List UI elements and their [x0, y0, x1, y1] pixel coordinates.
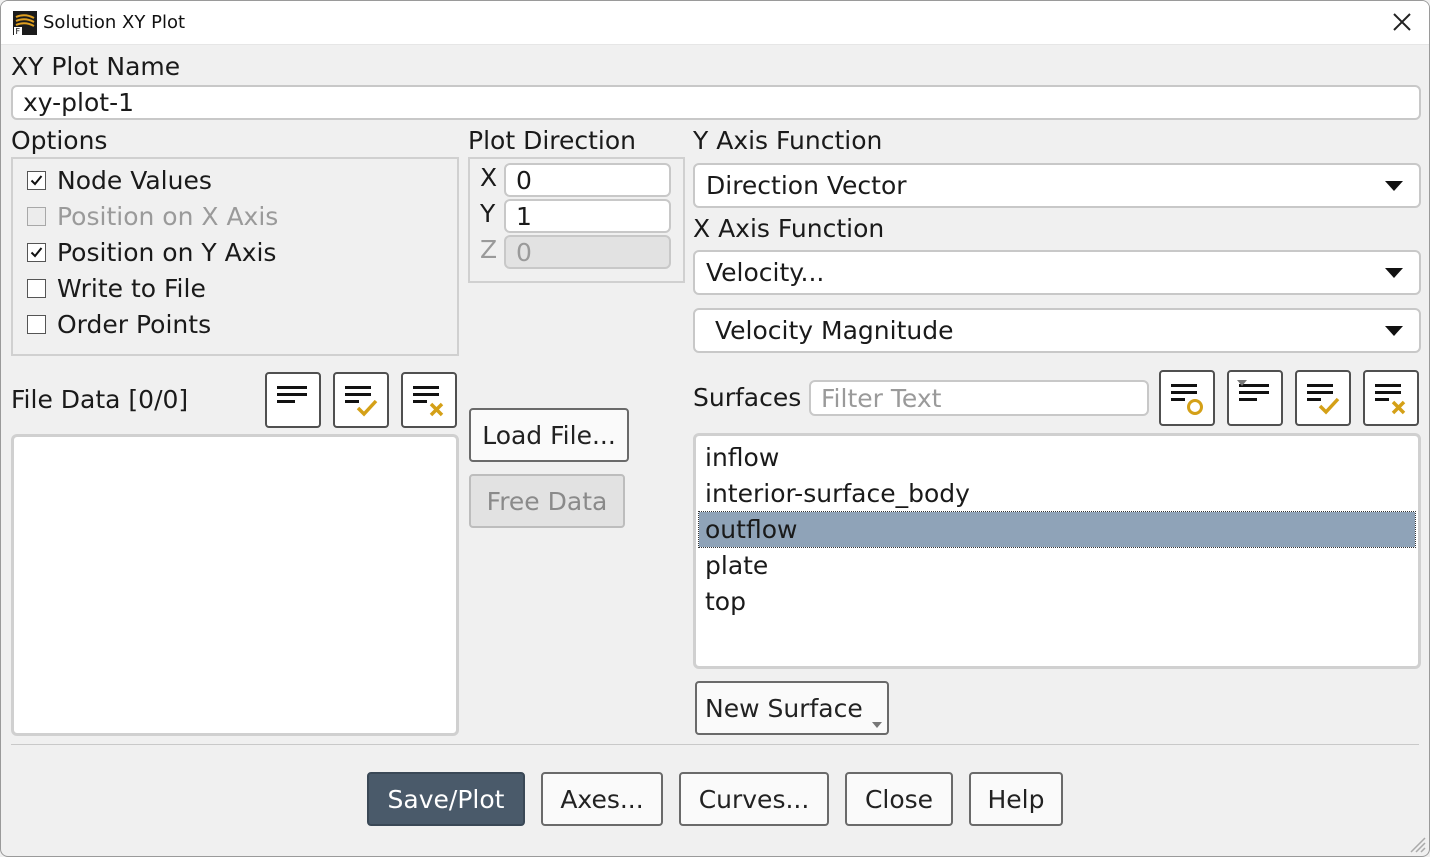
caret-down-icon	[1385, 325, 1403, 336]
surface-item-inflow[interactable]: inflow	[699, 440, 1415, 475]
surface-item-interior-surface-body[interactable]: interior-surface_body	[699, 476, 1415, 511]
surfaces-select-group-button[interactable]	[1159, 370, 1215, 426]
checkbox-box[interactable]	[27, 314, 46, 334]
surface-item-top[interactable]: top	[699, 584, 1415, 619]
checkbox-label: Position on X Axis	[57, 201, 279, 231]
list-x-icon	[1375, 384, 1406, 415]
dropdown-value: Velocity Magnitude	[715, 316, 954, 345]
save-plot-button[interactable]: Save/Plot	[367, 772, 525, 826]
check-mark-icon	[30, 174, 43, 185]
file-data-deselect-all-button[interactable]	[401, 372, 457, 428]
svg-text:F: F	[16, 27, 21, 35]
direction-x-input[interactable]: 0	[504, 163, 671, 197]
position-on-y-axis-checkbox[interactable]: Position on Y Axis	[27, 237, 276, 267]
checkbox-label: Write to File	[57, 273, 206, 303]
file-data-select-all-button[interactable]	[333, 372, 389, 428]
x-axis-category-dropdown[interactable]: Velocity...	[693, 250, 1421, 295]
surfaces-filter-input[interactable]: Filter Text	[809, 380, 1149, 416]
checkbox-label: Order Points	[57, 309, 212, 339]
checkbox-label: Position on Y Axis	[57, 237, 277, 267]
free-data-button[interactable]: Free Data	[469, 474, 625, 528]
y-axis-function-dropdown[interactable]: Direction Vector	[693, 163, 1421, 208]
help-button[interactable]: Help	[969, 772, 1063, 826]
plot-name-label: XY Plot Name	[11, 52, 181, 81]
list-check-icon	[1307, 384, 1340, 415]
check-mark-icon	[30, 246, 43, 257]
y-axis-function-label: Y Axis Function	[693, 126, 883, 155]
close-window-icon[interactable]	[1389, 9, 1415, 35]
list-x-icon	[413, 386, 444, 417]
resize-grip-icon[interactable]	[1405, 832, 1427, 854]
file-data-select-list-button[interactable]	[265, 372, 321, 428]
options-label: Options	[11, 126, 108, 155]
caret-down-icon	[1237, 380, 1247, 386]
window-title: Solution XY Plot	[43, 12, 186, 33]
write-to-file-checkbox[interactable]: Write to File	[27, 273, 206, 303]
curves-button[interactable]: Curves...	[679, 772, 829, 826]
surfaces-select-all-button[interactable]	[1295, 370, 1351, 426]
surfaces-label: Surfaces	[693, 383, 802, 412]
dropdown-value: Velocity...	[706, 258, 825, 287]
direction-x-label: X	[480, 163, 498, 192]
list-check-icon	[345, 386, 378, 417]
surfaces-list-options-button[interactable]	[1227, 370, 1283, 426]
direction-y-label: Y	[480, 199, 496, 228]
direction-y-input[interactable]: 1	[504, 199, 671, 233]
node-values-checkbox[interactable]: Node Values	[27, 165, 212, 195]
surface-item-plate[interactable]: plate	[699, 548, 1415, 583]
checkbox-box[interactable]	[27, 170, 46, 190]
fluent-app-icon: F	[13, 11, 37, 35]
caret-down-icon	[1385, 180, 1403, 191]
dropdown-value: Direction Vector	[706, 171, 907, 200]
new-surface-button[interactable]: New Surface	[695, 681, 889, 735]
new-surface-label: New Surface	[705, 693, 863, 723]
checkbox-label: Node Values	[57, 165, 212, 195]
position-on-x-axis-checkbox[interactable]: Position on X Axis	[27, 201, 278, 231]
surface-item-outflow[interactable]: outflow	[698, 511, 1416, 548]
direction-z-input[interactable]: 0	[504, 235, 671, 269]
x-axis-function-label: X Axis Function	[693, 214, 885, 243]
title-bar: F Solution XY Plot	[1, 1, 1429, 45]
checkbox-box[interactable]	[27, 206, 46, 226]
caret-down-icon	[872, 722, 882, 728]
axes-button[interactable]: Axes...	[541, 772, 663, 826]
plot-name-input[interactable]: xy-plot-1	[11, 85, 1421, 120]
close-button[interactable]: Close	[845, 772, 953, 826]
direction-z-label: Z	[480, 235, 498, 264]
solution-xy-plot-dialog: F Solution XY Plot XY Plot Name xy-plot-…	[0, 0, 1430, 857]
footer-separator	[11, 744, 1419, 745]
file-data-list[interactable]	[11, 434, 459, 736]
surfaces-deselect-all-button[interactable]	[1363, 370, 1419, 426]
checkbox-box[interactable]	[27, 278, 46, 298]
caret-down-icon	[1385, 267, 1403, 278]
surfaces-list[interactable]: inflow interior-surface_body outflow pla…	[693, 433, 1421, 669]
plot-direction-label: Plot Direction	[468, 126, 637, 155]
x-axis-quantity-dropdown[interactable]: Velocity Magnitude	[693, 308, 1421, 353]
list-lines-icon	[277, 386, 307, 403]
load-file-button[interactable]: Load File...	[469, 408, 629, 462]
file-data-label: File Data [0/0]	[11, 385, 189, 414]
checkbox-box[interactable]	[27, 242, 46, 262]
list-circle-icon	[1171, 384, 1203, 415]
order-points-checkbox[interactable]: Order Points	[27, 309, 211, 339]
